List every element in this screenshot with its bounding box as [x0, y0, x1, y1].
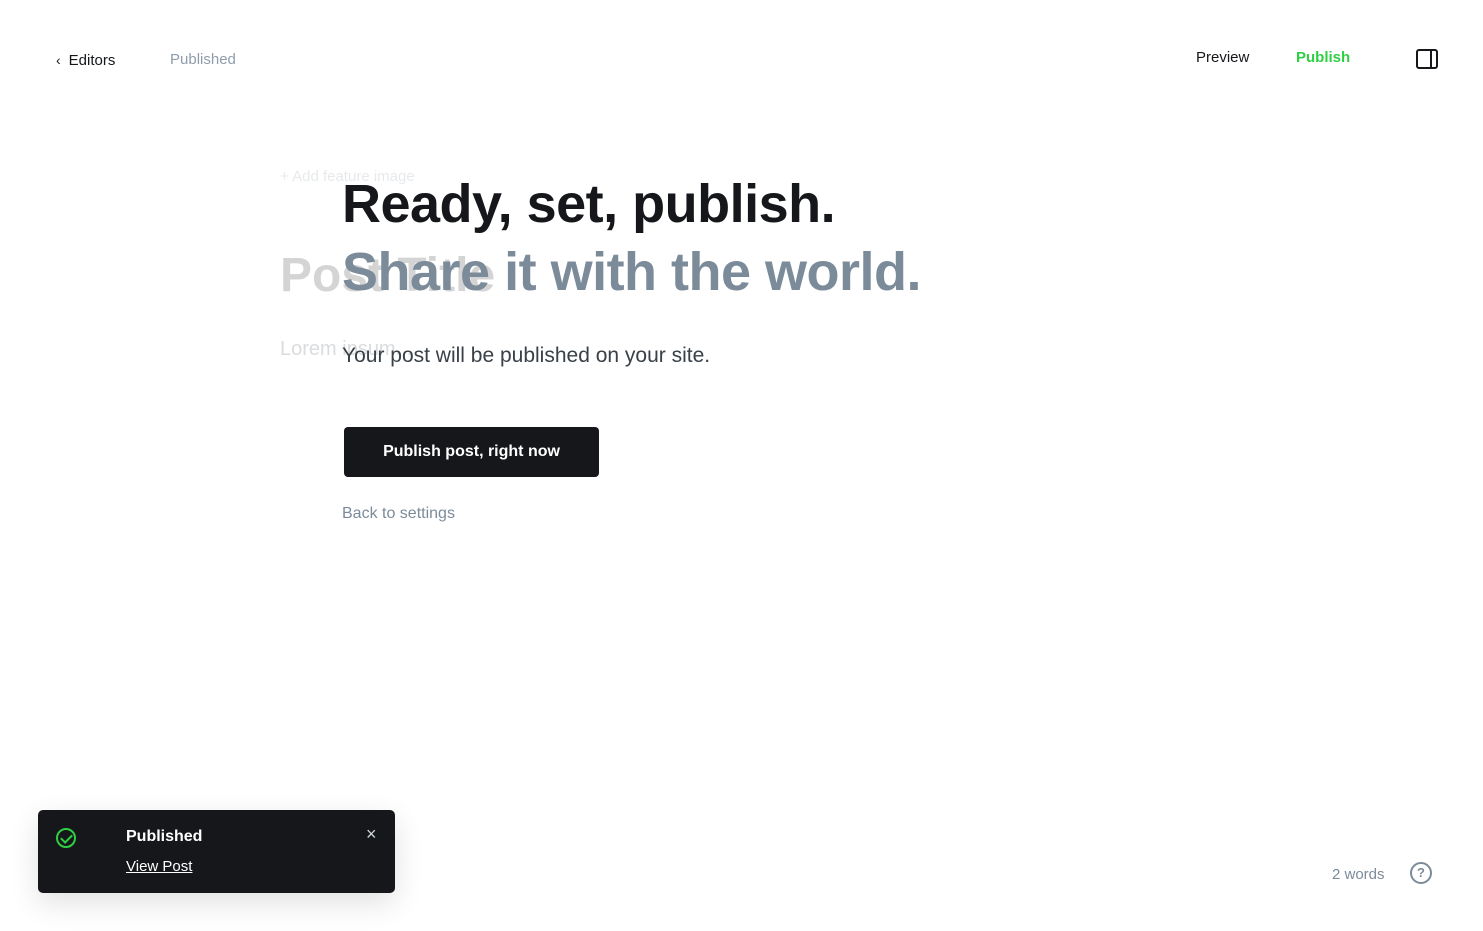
sidebar-toggle-icon[interactable] — [1416, 49, 1438, 69]
word-count: 2 words — [1332, 866, 1385, 883]
publish-button[interactable]: Publish — [1296, 49, 1350, 66]
publish-flow: Ready, set, publish. Share it with the w… — [342, 170, 1102, 522]
top-bar: ‹ Editors Published Preview Publish — [0, 0, 1483, 120]
help-icon[interactable]: ? — [1410, 862, 1432, 884]
publish-now-button[interactable]: Publish post, right now — [344, 427, 599, 477]
title-line-1: Ready, set, publish. — [342, 174, 836, 234]
publish-description: Your post will be published on your site… — [342, 344, 711, 367]
preview-button[interactable]: Preview — [1196, 49, 1249, 66]
toast-title: Published — [126, 828, 203, 845]
published-toast: Published View Post × — [38, 810, 395, 893]
close-icon[interactable]: × — [366, 824, 377, 845]
back-label: Editors — [68, 51, 116, 69]
chevron-left-icon: ‹ — [56, 52, 61, 68]
editor-page: ‹ Editors Published Preview Publish + Ad… — [0, 0, 1483, 931]
check-circle-icon — [56, 828, 76, 848]
back-to-settings-button[interactable]: Back to settings — [342, 505, 455, 523]
view-post-link[interactable]: View Post — [126, 858, 192, 875]
post-status: Published — [170, 51, 236, 68]
publish-flow-title: Ready, set, publish. Share it with the w… — [342, 170, 1102, 306]
back-to-editors-link[interactable]: ‹ Editors — [56, 49, 115, 71]
title-line-2: Share it with the world. — [342, 242, 922, 302]
